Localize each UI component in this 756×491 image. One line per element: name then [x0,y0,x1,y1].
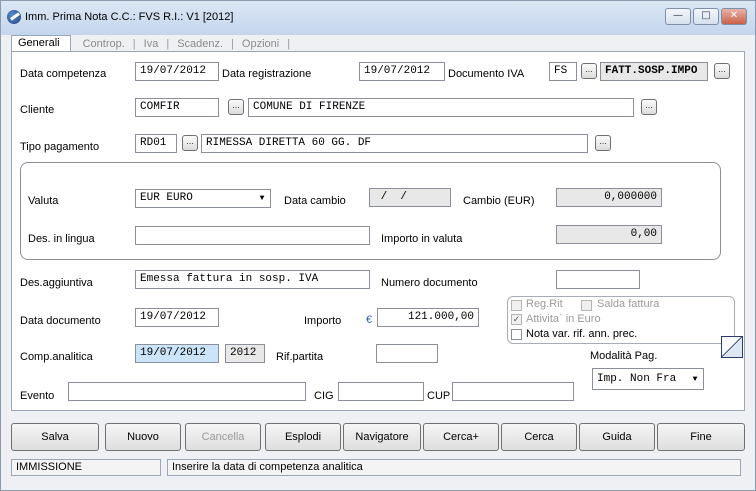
main-window: Imm. Prima Nota C.C.: FVS R.I.: V1 [2012… [0,0,756,491]
cerca-button[interactable]: Cerca [501,423,577,451]
tab-scadenz[interactable]: Scadenz. [169,37,231,51]
documento-iva-code-field[interactable]: FS [549,62,577,81]
importo-label: Importo [304,315,342,327]
comp-analitica-year-field: 2012 [225,344,265,363]
app-icon [7,10,21,24]
documento-iva-desc-lookup-button[interactable]: ... [714,63,730,79]
documento-iva-desc-field: FATT.SOSP.IMPO [600,62,708,81]
rif-partita-field[interactable] [376,344,438,363]
reg-rit-checkbox[interactable] [511,300,522,311]
evento-label: Evento [20,390,55,402]
tab-generali[interactable]: Generali [11,35,71,51]
tipo-pagamento-desc-field[interactable]: RIMESSA DIRETTA 60 GG. DF [201,134,588,153]
cliente-desc-field[interactable]: COMUNE DI FIRENZE [248,98,634,117]
saldo-fattura-checkbox[interactable] [581,300,592,311]
cup-field[interactable] [452,382,574,401]
maximize-button[interactable]: □ [693,8,719,25]
cerca-plus-button[interactable]: Cerca+ [423,423,499,451]
importo-valuta-field[interactable]: 0,00 [556,225,662,244]
cig-label: CIG [314,390,334,402]
tab-bar: Generali Controp. | Iva | Scadenz. | Opz… [11,35,290,51]
des-lingua-field[interactable] [135,226,370,245]
documento-iva-lookup-button[interactable]: ... [581,63,597,79]
resize-corner-icon[interactable] [721,336,743,358]
tab-opzioni[interactable]: Opzioni [234,37,287,51]
des-aggiuntiva-field[interactable]: Emessa fattura in sosp. IVA [135,270,370,289]
status-message: Inserire la data di competenza analitica [167,459,741,476]
attivita-euro-label: Attivita` in Euro [526,313,601,325]
close-button[interactable]: ✕ [721,8,747,25]
valuta-value: EUR EURO [140,192,193,204]
valuta-group [20,162,721,260]
generali-panel: Data competenza 19/07/2012 Data registra… [11,51,745,411]
nuovo-button[interactable]: Nuovo [105,423,181,451]
comp-analitica-field[interactable]: 19/07/2012 [135,344,219,363]
data-documento-field[interactable]: 19/07/2012 [135,308,219,327]
numero-documento-label: Numero documento [381,277,478,289]
valuta-label: Valuta [28,195,59,207]
tab-controp[interactable]: Controp. [75,37,133,51]
status-mode: IMMISSIONE [11,459,161,476]
cancella-button[interactable]: Cancella [185,423,261,451]
numero-documento-field[interactable] [556,270,640,289]
chevron-down-icon[interactable]: ▼ [688,372,702,387]
nota-var-label: Nota var. rif. ann. prec. [526,328,638,340]
tipo-pagamento-code-field[interactable]: RD01 [135,134,177,153]
saldo-fattura-label: Salda fattura [597,298,660,310]
reg-rit-label: Reg.Rit [526,298,563,310]
data-competenza-field[interactable]: 19/07/2012 [135,62,219,81]
tipo-pagamento-desc-lookup-button[interactable]: ... [595,135,611,151]
valuta-select[interactable]: EUR EURO ▼ [135,189,271,208]
cliente-code-field[interactable]: COMFIR [135,98,219,117]
guida-button[interactable]: Guida [579,423,655,451]
salva-button[interactable]: Salva [11,423,99,451]
data-documento-label: Data documento [20,315,101,327]
cambio-label: Cambio (EUR) [463,195,535,207]
button-bar: Salva Nuovo Cancella Esplodi Navigatore … [11,423,745,453]
window-controls: — □ ✕ [665,8,747,25]
modalita-pag-label: Modalità Pag. [590,350,658,362]
data-competenza-label: Data competenza [20,68,107,80]
fine-button[interactable]: Fine [657,423,745,451]
des-aggiuntiva-label: Des.aggiuntiva [20,277,93,289]
cup-label: CUP [427,390,451,402]
data-registrazione-field[interactable]: 19/07/2012 [359,62,445,81]
cambio-field[interactable]: 0,000000 [556,188,662,207]
des-lingua-label: Des. in lingua [28,233,95,245]
modalita-pag-value: Imp. Non Fra [597,373,677,385]
attivita-euro-checkbox[interactable]: ✓ [511,314,522,325]
tab-separator: | [287,38,291,50]
tipo-pagamento-label: Tipo pagamento [20,141,100,153]
cliente-lookup-button[interactable]: ... [228,99,244,115]
euro-icon: € [366,314,373,326]
cliente-label: Cliente [20,104,55,116]
data-cambio-field[interactable]: / / [369,188,451,207]
nota-var-checkbox[interactable] [511,329,522,340]
data-registrazione-label: Data registrazione [222,68,312,80]
cig-field[interactable] [338,382,424,401]
rif-partita-label: Rif.partita [276,351,324,363]
data-cambio-label: Data cambio [284,195,346,207]
tipo-pagamento-lookup-button[interactable]: ... [182,135,198,151]
tab-iva[interactable]: Iva [136,37,167,51]
cliente-desc-lookup-button[interactable]: ... [641,99,657,115]
window-title: Imm. Prima Nota C.C.: FVS R.I.: V1 [2012… [25,11,234,23]
evento-field[interactable] [68,382,306,401]
chevron-down-icon[interactable]: ▼ [255,191,269,206]
minimize-button[interactable]: — [665,8,691,25]
navigatore-button[interactable]: Navigatore [343,423,421,451]
documento-iva-label: Documento IVA [448,68,525,80]
importo-field[interactable]: 121.000,00 [377,308,479,327]
title-bar[interactable]: Imm. Prima Nota C.C.: FVS R.I.: V1 [2012… [1,1,755,35]
modalita-pag-select[interactable]: Imp. Non Fra ▼ [592,368,704,390]
importo-valuta-label: Importo in valuta [381,233,463,245]
esplodi-button[interactable]: Esplodi [265,423,341,451]
comp-analitica-label: Comp.analitica [20,351,93,363]
